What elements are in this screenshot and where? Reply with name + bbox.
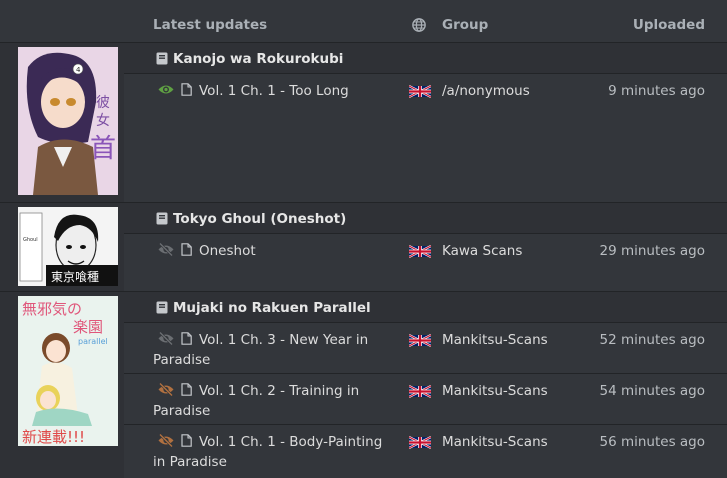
uk-flag-icon [409, 334, 431, 347]
chapter-row[interactable]: Vol. 1 Ch. 2 - Training in Paradise Mank… [124, 374, 727, 425]
svg-text:parallel: parallel [78, 337, 108, 346]
chapters-column: Tokyo Ghoul (Oneshot) Oneshot Kawa Scans… [124, 203, 727, 292]
chapters-column: Kanojo wa Rokurokubi Vol. 1 Ch. 1 - Too … [124, 43, 727, 203]
cover-column: 彼 女 首 4 [14, 43, 124, 202]
manga-cover-image[interactable]: Ghoul 東京喰種 [18, 207, 118, 286]
book-icon [156, 52, 168, 65]
group-link[interactable]: Mankitsu-Scans [442, 381, 548, 401]
chapter-row[interactable]: Vol. 1 Ch. 1 - Body-Painting in Paradise… [124, 425, 727, 478]
chapters-column: Mujaki no Rakuen Parallel Vol. 1 Ch. 3 -… [124, 292, 727, 478]
manga-group: Ghoul 東京喰種 Tokyo Ghoul (Oneshot) Oneshot… [0, 203, 727, 292]
manga-title-row[interactable]: Tokyo Ghoul (Oneshot) [124, 203, 727, 234]
upload-time: 56 minutes ago [599, 434, 705, 450]
chapter-row[interactable]: Vol. 1 Ch. 1 - Too Long /a/nonymous 9 mi… [124, 74, 727, 203]
manga-title[interactable]: Kanojo wa Rokurokubi [173, 51, 343, 67]
manga-cover-image[interactable]: 彼 女 首 4 [18, 47, 118, 195]
manga-title[interactable]: Tokyo Ghoul (Oneshot) [173, 211, 346, 227]
manga-group: 無邪気の 楽園 parallel 新連載!!! Mujaki no Rakuen… [0, 292, 727, 478]
uk-flag-icon [409, 436, 431, 449]
chapter-title[interactable]: Vol. 1 Ch. 2 - Training in Paradise [153, 381, 393, 421]
chapter-title[interactable]: Vol. 1 Ch. 3 - New Year in Paradise [153, 330, 393, 370]
svg-text:女: 女 [96, 112, 110, 129]
table-header: Latest updates Group Uploaded [0, 0, 727, 43]
svg-text:首: 首 [90, 134, 116, 164]
svg-text:無邪気の: 無邪気の [22, 300, 82, 318]
chapter-title[interactable]: Vol. 1 Ch. 1 - Too Long [153, 81, 393, 101]
book-icon [156, 301, 168, 314]
upload-time: 29 minutes ago [599, 243, 705, 259]
book-icon [156, 212, 168, 225]
uploaded-heading: Uploaded [632, 17, 705, 33]
svg-text:Ghoul: Ghoul [23, 237, 38, 243]
manga-group: 彼 女 首 4 Kanojo wa Rokurokubi Vol. 1 Ch. … [0, 43, 727, 203]
svg-text:東京喰種: 東京喰種 [51, 269, 99, 284]
svg-text:楽園: 楽園 [73, 318, 103, 336]
chapter-row[interactable]: Oneshot Kawa Scans 29 minutes ago [124, 234, 727, 292]
latest-updates-table: Latest updates Group Uploaded 彼 女 首 4 Ka… [0, 0, 727, 478]
group-heading: Group [442, 17, 489, 33]
manga-cover-image[interactable]: 無邪気の 楽園 parallel 新連載!!! [18, 296, 118, 446]
svg-text:新連載!!!: 新連載!!! [22, 428, 85, 446]
upload-time: 52 minutes ago [599, 332, 705, 348]
cover-column: 無邪気の 楽園 parallel 新連載!!! [14, 292, 124, 478]
chapter-row[interactable]: Vol. 1 Ch. 3 - New Year in Paradise Mank… [124, 323, 727, 374]
group-link[interactable]: /a/nonymous [442, 81, 530, 101]
chapter-title[interactable]: Oneshot [153, 241, 393, 261]
uk-flag-icon [409, 245, 431, 258]
latest-updates-heading: Latest updates [153, 17, 268, 33]
group-link[interactable]: Mankitsu-Scans [442, 330, 548, 350]
uk-flag-icon [409, 85, 431, 98]
manga-title-row[interactable]: Kanojo wa Rokurokubi [124, 43, 727, 74]
upload-time: 9 minutes ago [608, 83, 705, 99]
globe-icon [412, 18, 426, 32]
manga-title[interactable]: Mujaki no Rakuen Parallel [173, 300, 371, 316]
manga-title-row[interactable]: Mujaki no Rakuen Parallel [124, 292, 727, 323]
svg-text:4: 4 [76, 66, 81, 74]
svg-text:彼: 彼 [96, 95, 110, 111]
uk-flag-icon [409, 385, 431, 398]
cover-column: Ghoul 東京喰種 [14, 203, 124, 291]
upload-time: 54 minutes ago [599, 383, 705, 399]
group-link[interactable]: Mankitsu-Scans [442, 432, 548, 452]
group-link[interactable]: Kawa Scans [442, 241, 522, 261]
chapter-title[interactable]: Vol. 1 Ch. 1 - Body-Painting in Paradise [153, 432, 393, 472]
